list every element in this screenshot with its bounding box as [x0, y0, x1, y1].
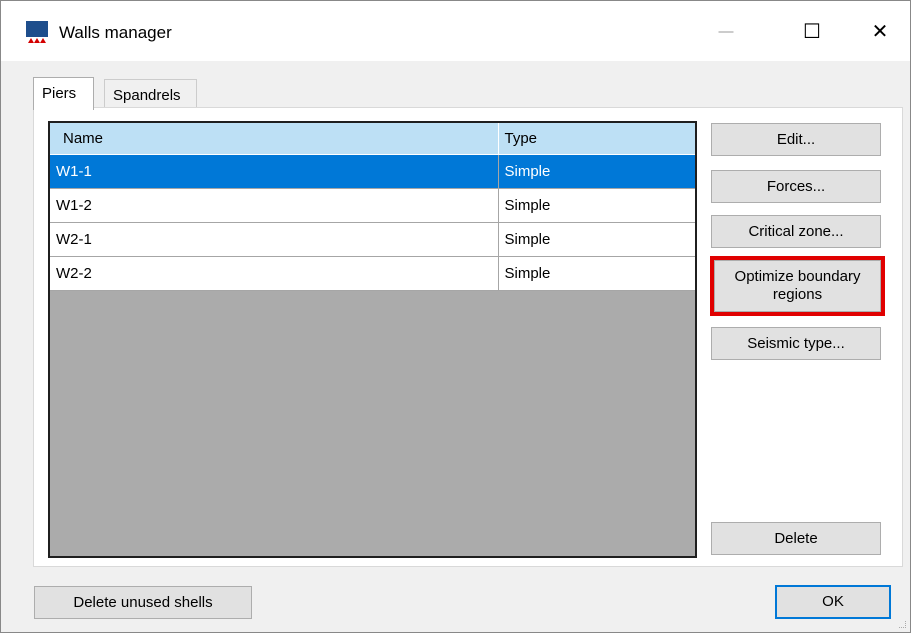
tab-piers[interactable]: Piers	[33, 77, 94, 110]
grid-header-row: Name Type	[50, 123, 695, 155]
cell-type[interactable]: Simple	[498, 188, 695, 223]
cell-name[interactable]: W2-1	[50, 222, 499, 257]
tab-spandrels-label: Spandrels	[113, 87, 181, 104]
delete-unused-shells-button[interactable]: Delete unused shells	[34, 586, 252, 619]
critical-zone-button[interactable]: Critical zone...	[711, 215, 881, 248]
forces-button[interactable]: Forces...	[711, 170, 881, 203]
resize-grip[interactable]	[899, 621, 906, 628]
table-row[interactable]: W2-2 Simple	[50, 256, 695, 291]
tab-piers-label: Piers	[42, 85, 77, 102]
piers-grid[interactable]: Name Type W1-1 Simple W1-2 Simple W2-1 S…	[48, 121, 697, 558]
ok-button[interactable]: OK	[775, 585, 891, 619]
cell-type[interactable]: Simple	[498, 256, 695, 291]
maximize-icon[interactable]: ☐	[789, 11, 835, 51]
column-header-type[interactable]: Type	[498, 123, 695, 155]
cell-type[interactable]: Simple	[498, 154, 695, 189]
delete-button[interactable]: Delete	[711, 522, 881, 555]
window-title: Walls manager	[59, 23, 172, 42]
table-row[interactable]: W1-2 Simple	[50, 188, 695, 223]
cell-type[interactable]: Simple	[498, 222, 695, 257]
column-header-name[interactable]: Name	[50, 123, 499, 155]
tab-spandrels[interactable]: Spandrels	[104, 79, 197, 107]
table-row[interactable]: W1-1 Simple	[50, 154, 695, 189]
edit-button[interactable]: Edit...	[711, 123, 881, 156]
close-icon[interactable]: ✕	[857, 11, 903, 51]
highlight-box	[710, 256, 885, 316]
walls-manager-dialog: Walls manager — ☐ ✕ Piers Spandrels Name…	[0, 0, 911, 633]
minimize-glyph: —	[718, 22, 734, 40]
close-glyph: ✕	[871, 20, 889, 43]
cell-name[interactable]: W1-1	[50, 154, 499, 189]
maximize-glyph: ☐	[803, 20, 821, 43]
minimize-icon[interactable]: —	[703, 11, 749, 51]
table-row[interactable]: W2-1 Simple	[50, 222, 695, 257]
cell-name[interactable]: W2-2	[50, 256, 499, 291]
seismic-type-button[interactable]: Seismic type...	[711, 327, 881, 360]
walls-app-icon	[26, 21, 48, 43]
cell-name[interactable]: W1-2	[50, 188, 499, 223]
piers-table: Name Type W1-1 Simple W1-2 Simple W2-1 S…	[50, 123, 695, 291]
title-bar[interactable]: Walls manager — ☐ ✕	[1, 1, 910, 61]
